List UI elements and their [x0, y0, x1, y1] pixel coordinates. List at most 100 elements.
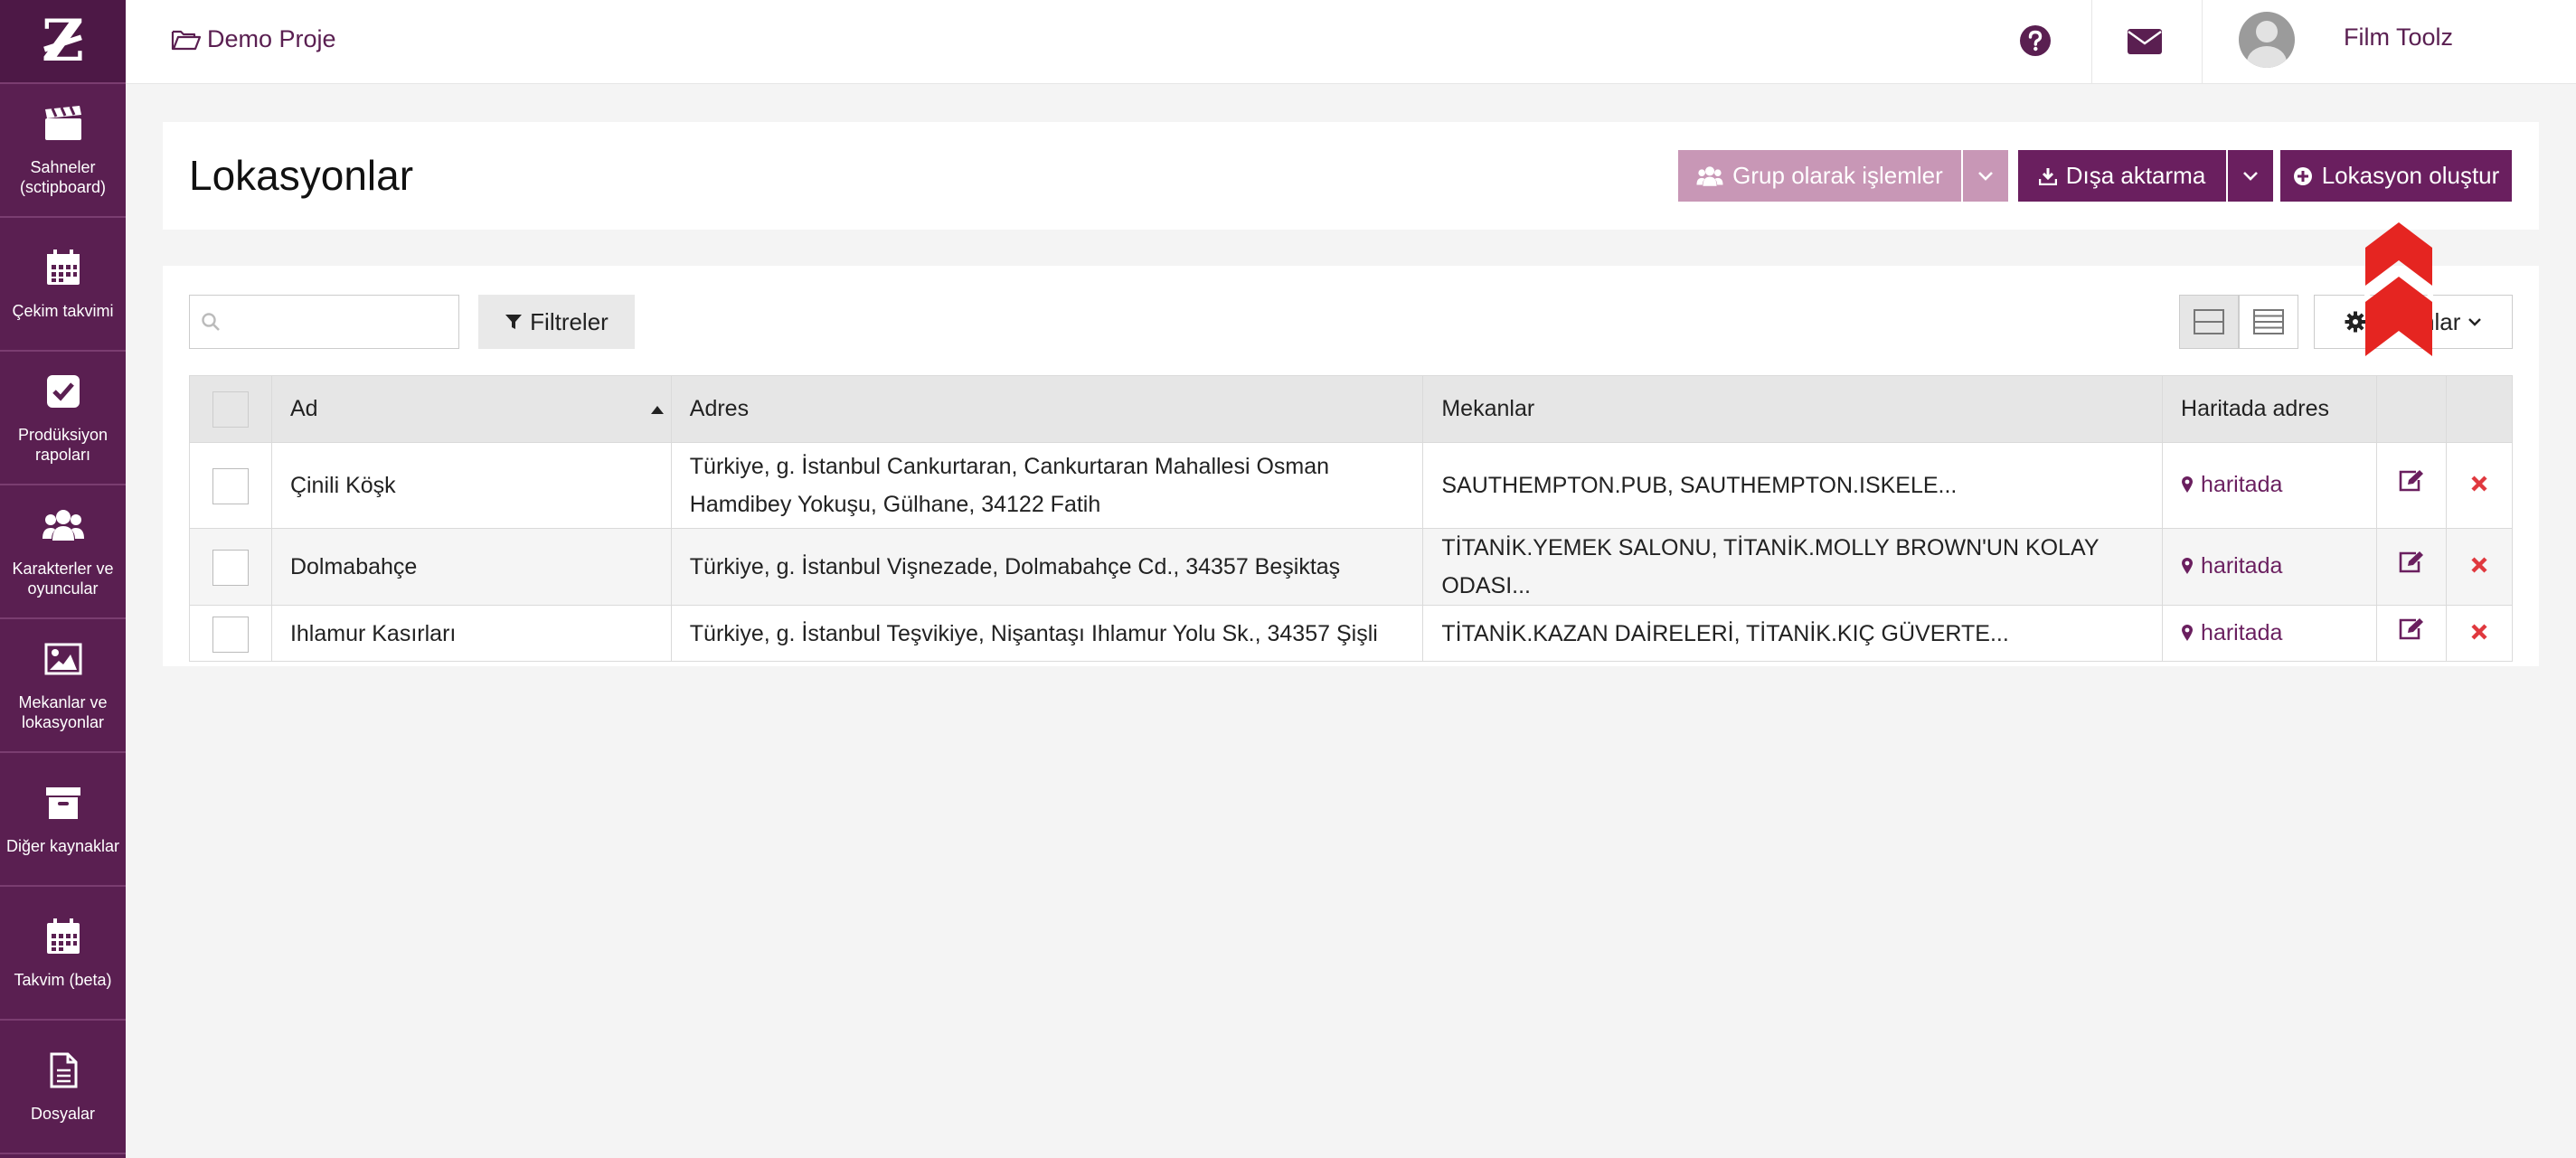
- rows-compact-icon: [2253, 309, 2284, 334]
- location-venues: TİTANİK.YEMEK SALONU, TİTANİK.MOLLY BROW…: [1422, 528, 2164, 606]
- project-breadcrumb[interactable]: Demo Proje: [171, 25, 336, 53]
- edit-icon[interactable]: [2398, 617, 2425, 641]
- page-header: Lokasyonlar Grup olarak işlemler Dışa ak…: [163, 122, 2539, 230]
- create-location-label: Lokasyon oluştur: [2321, 162, 2500, 189]
- create-location-button[interactable]: Lokasyon oluştur: [2280, 150, 2512, 202]
- select-all-cell: [189, 375, 272, 443]
- gear-icon: [2345, 311, 2366, 333]
- chevron-down-icon: [2243, 171, 2258, 181]
- sidebar-item-other-resources[interactable]: Diğer kaynaklar: [0, 753, 126, 887]
- map-marker-icon: [2182, 558, 2194, 574]
- column-header-map-address[interactable]: Haritada adres: [2162, 375, 2377, 443]
- chevron-down-icon: [1978, 171, 1993, 181]
- calendar-icon: [42, 916, 84, 957]
- delete-x-icon[interactable]: [2470, 556, 2488, 574]
- user-name[interactable]: Film Toolz: [2344, 24, 2453, 52]
- select-all-checkbox[interactable]: [212, 391, 249, 428]
- sidebar-item-locations[interactable]: Mekanlar ve lokasyonlar: [0, 619, 126, 753]
- file-icon: [42, 1050, 84, 1091]
- archive-icon: [42, 782, 84, 824]
- map-link[interactable]: haritada: [2181, 614, 2282, 652]
- filters-button[interactable]: Filtreler: [478, 295, 635, 349]
- calendar-icon: [42, 247, 84, 288]
- bulk-actions-button[interactable]: Grup olarak işlemler: [1678, 150, 1961, 202]
- table-row: Ihlamur Kasırları Türkiye, g. İstanbul T…: [189, 605, 2514, 662]
- help-icon[interactable]: [2019, 24, 2052, 61]
- sidebar-item-label: Dosyalar: [30, 1105, 96, 1123]
- clapperboard-icon: [42, 103, 84, 145]
- delete-x-icon[interactable]: [2470, 475, 2488, 493]
- location-address: Türkiye, g. İstanbul Cankurtaran, Cankur…: [670, 442, 1424, 529]
- folder-open-icon: [171, 30, 202, 50]
- locations-panel: Filtreler Sütunlar Ad Adres Mekanlar Har…: [163, 266, 2539, 666]
- page-title: Lokasyonlar: [189, 152, 414, 199]
- filters-label: Filtreler: [530, 307, 609, 335]
- bulk-actions-label: Grup olarak işlemler: [1732, 162, 1943, 189]
- map-cell: haritada: [2162, 605, 2377, 662]
- user-avatar[interactable]: [2239, 12, 2295, 68]
- sidebar-item-label: Mekanlar ve lokasyonlar: [18, 693, 108, 731]
- row-checkbox[interactable]: [212, 550, 249, 587]
- sidebar-item-label: Prodüksiyon rapoları: [17, 426, 109, 464]
- location-address: Türkiye, g. İstanbul Teşvikiye, Nişantaş…: [670, 605, 1424, 662]
- map-link[interactable]: haritada: [2181, 547, 2282, 585]
- row-select-cell: [189, 528, 272, 606]
- row-select-cell: [189, 605, 272, 662]
- sidebar-item-label: Çekim takvimi: [12, 302, 114, 320]
- export-dropdown[interactable]: [2228, 150, 2273, 202]
- edit-cell: [2375, 528, 2447, 606]
- map-cell: haritada: [2162, 442, 2377, 529]
- map-link-label: haritada: [2201, 553, 2283, 579]
- search-input[interactable]: [230, 303, 447, 341]
- location-name[interactable]: Ihlamur Kasırları: [270, 605, 672, 662]
- sidebar-item-scenes[interactable]: Sahneler (sctipboard): [0, 84, 126, 218]
- users-icon: [1696, 165, 1723, 186]
- row-checkbox[interactable]: [212, 468, 249, 505]
- row-select-cell: [189, 442, 272, 529]
- view-comfortable-button[interactable]: [2179, 295, 2239, 349]
- delete-x-icon[interactable]: [2470, 623, 2488, 641]
- locations-table: Ad Adres Mekanlar Haritada adres Çinili …: [189, 375, 2514, 662]
- row-checkbox[interactable]: [212, 616, 249, 653]
- sidebar-item-label: Takvim (beta): [14, 971, 112, 989]
- search-box[interactable]: [189, 295, 459, 349]
- edit-icon[interactable]: [2398, 469, 2425, 493]
- edit-cell: [2375, 442, 2447, 529]
- delete-cell: [2445, 528, 2514, 606]
- map-link[interactable]: haritada: [2181, 466, 2282, 504]
- sidebar-item-calendar-beta[interactable]: Takvim (beta): [0, 887, 126, 1021]
- map-marker-icon: [2182, 476, 2194, 493]
- location-name[interactable]: Çinili Köşk: [270, 442, 672, 529]
- map-link-label: haritada: [2201, 472, 2283, 497]
- bulk-actions-dropdown[interactable]: [1963, 150, 2008, 202]
- sidebar-item-label: Diğer kaynaklar: [5, 837, 120, 855]
- chevron-down-icon: [2468, 318, 2482, 326]
- column-header-delete: [2445, 375, 2514, 443]
- delete-cell: [2445, 442, 2514, 529]
- location-name[interactable]: Dolmabahçe: [270, 528, 672, 606]
- delete-cell: [2445, 605, 2514, 662]
- sidebar-item-shooting-schedule[interactable]: Çekim takvimi: [0, 218, 126, 352]
- column-header-name[interactable]: Ad: [270, 375, 672, 443]
- filter-icon: [505, 315, 523, 329]
- mail-icon[interactable]: [2128, 29, 2162, 59]
- sidebar-item-characters[interactable]: Karakterler ve oyuncular: [0, 485, 126, 619]
- column-header-edit: [2375, 375, 2447, 443]
- edit-icon[interactable]: [2398, 551, 2425, 574]
- rows-comfortable-icon: [2194, 309, 2224, 334]
- export-button[interactable]: Dışa aktarma: [2018, 150, 2226, 202]
- table-row: Dolmabahçe Türkiye, g. İstanbul Vişnezad…: [189, 528, 2514, 606]
- sidebar-item-production-reports[interactable]: Prodüksiyon rapoları: [0, 352, 126, 485]
- app-logo[interactable]: Z: [0, 0, 126, 84]
- sidebar-item-files[interactable]: Dosyalar: [0, 1021, 126, 1154]
- column-header-venues[interactable]: Mekanlar: [1422, 375, 2164, 443]
- search-icon: [202, 313, 220, 331]
- sidebar-item-label: Karakterler ve oyuncular: [12, 560, 114, 598]
- export-label: Dışa aktarma: [2065, 162, 2206, 189]
- map-marker-icon: [2182, 624, 2194, 641]
- double-chevron-up-hint-icon: [2364, 222, 2434, 356]
- column-header-address[interactable]: Adres: [670, 375, 1424, 443]
- sidebar: Z Sahneler (sctipboard) Çekim takvimi Pr…: [0, 0, 126, 1158]
- map-link-label: haritada: [2201, 619, 2283, 645]
- view-compact-button[interactable]: [2239, 295, 2298, 349]
